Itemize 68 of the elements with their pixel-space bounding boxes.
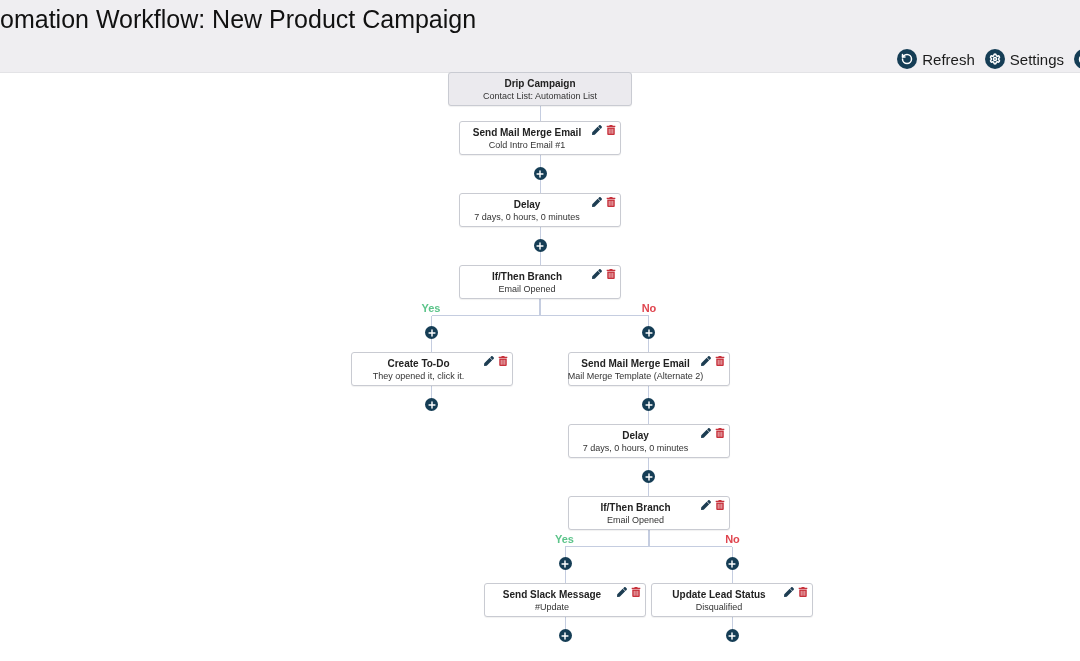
add-step-button[interactable] <box>558 557 572 570</box>
step-title: Send Mail Merge Email <box>472 125 582 139</box>
pencil-icon[interactable] <box>592 125 602 135</box>
trash-icon[interactable] <box>606 269 616 279</box>
step-detail: They opened it, click it. <box>372 369 465 382</box>
step-card[interactable]: Send Mail Merge Email Cold Intro Email #1 <box>459 121 621 155</box>
pencil-icon[interactable] <box>700 356 711 366</box>
pencil-icon[interactable] <box>592 197 602 207</box>
refresh-icon <box>897 49 918 69</box>
pencil-icon[interactable] <box>784 587 794 597</box>
step-detail: #Update <box>535 600 569 613</box>
step-card[interactable]: Update Lead Status Disqualified <box>651 583 813 617</box>
step-card[interactable]: If/Then Branch Email Opened <box>459 265 621 299</box>
step-title: Create To-Do <box>387 356 450 370</box>
trash-icon[interactable] <box>497 356 508 366</box>
step-title: Send Slack Message <box>502 587 602 601</box>
add-step-button[interactable] <box>642 470 655 483</box>
branch-label: No <box>725 534 740 545</box>
step-card[interactable]: Send Slack Message #Update <box>484 583 646 617</box>
trigger-detail: Contact List: Automation List <box>482 89 598 102</box>
step-card[interactable]: Delay 7 days, 0 hours, 0 minutes <box>459 193 621 227</box>
trigger-card[interactable]: Drip Campaign Contact List: Automation List <box>448 72 632 106</box>
add-step-button[interactable] <box>558 629 572 642</box>
branch-label: Yes <box>421 303 441 314</box>
add-step-button[interactable] <box>533 239 547 252</box>
step-card[interactable]: If/Then Branch Email Opened <box>567 496 730 530</box>
add-step-button[interactable] <box>533 167 547 180</box>
trash-icon[interactable] <box>714 428 725 438</box>
trash-icon[interactable] <box>631 587 641 597</box>
step-title: Delay <box>622 428 649 442</box>
add-step-button[interactable] <box>725 629 739 642</box>
step-detail: Disqualified <box>695 600 743 613</box>
add-step-button[interactable] <box>642 326 655 339</box>
settings-button[interactable]: Settings <box>984 49 1064 69</box>
step-detail: Email Opened <box>498 282 556 295</box>
pencil-icon[interactable] <box>617 587 627 597</box>
trash-icon[interactable] <box>798 587 808 597</box>
add-step-button[interactable] <box>425 398 438 411</box>
page-title: omation Workflow: New Product Campaign <box>0 4 478 34</box>
pencil-icon[interactable] <box>592 269 602 279</box>
step-detail: Mail Merge Template (Alternate 2) <box>567 369 704 382</box>
step-card[interactable]: Create To-Do They opened it, click it. <box>350 352 513 386</box>
add-step-button[interactable] <box>642 398 655 411</box>
step-card[interactable]: Send Mail Merge Email Mail Merge Template (Alternate 2) <box>567 352 730 386</box>
pencil-icon[interactable] <box>700 500 711 510</box>
trash-icon[interactable] <box>714 500 725 510</box>
trash-icon[interactable] <box>606 197 616 207</box>
step-title: If/Then Branch <box>600 500 671 514</box>
pencil-icon[interactable] <box>483 356 494 366</box>
step-title: Send Mail Merge Email <box>581 356 690 370</box>
trash-icon[interactable] <box>714 356 725 366</box>
step-detail: 7 days, 0 hours, 0 minutes <box>582 441 689 454</box>
add-step-button[interactable] <box>725 557 739 570</box>
pencil-icon[interactable] <box>700 428 711 438</box>
branch-label: No <box>641 303 657 314</box>
step-detail: Email Opened <box>606 513 664 526</box>
step-detail: 7 days, 0 hours, 0 minutes <box>474 210 580 223</box>
step-detail: Cold Intro Email #1 <box>488 138 566 151</box>
step-title: Update Lead Status <box>672 587 766 601</box>
step-title: If/Then Branch <box>492 269 562 283</box>
gear-icon <box>984 49 1005 69</box>
branch-label: Yes <box>555 534 574 545</box>
refresh-button[interactable]: Refresh <box>897 49 975 69</box>
add-step-button[interactable] <box>425 326 438 339</box>
trigger-title: Drip Campaign <box>504 76 576 90</box>
step-title: Delay <box>513 197 541 211</box>
step-card[interactable]: Delay 7 days, 0 hours, 0 minutes <box>567 424 730 458</box>
trash-icon[interactable] <box>606 125 616 135</box>
